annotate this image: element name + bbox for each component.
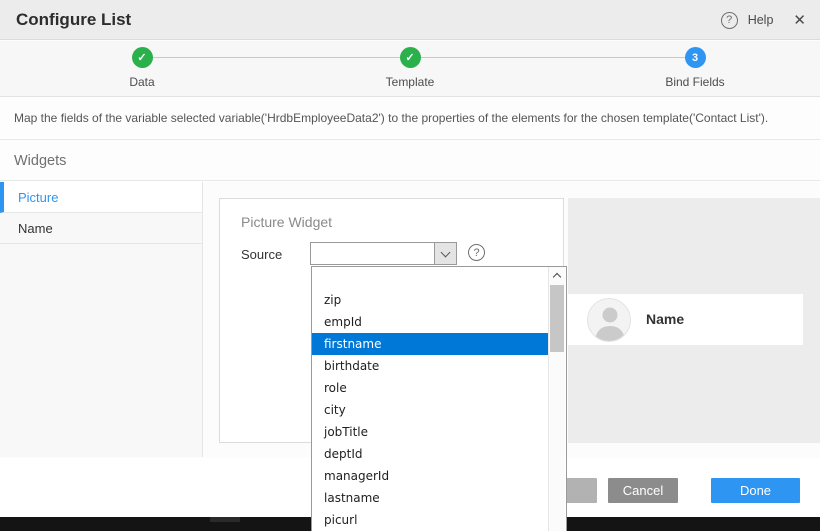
combobox-dropdown-button[interactable] bbox=[434, 243, 456, 264]
dialog-title: Configure List bbox=[16, 10, 131, 30]
source-help-icon[interactable]: ? bbox=[468, 244, 485, 261]
dropdown-item[interactable]: jobTitle bbox=[312, 421, 549, 443]
contact-list-preview-row: Name bbox=[568, 294, 803, 345]
widgets-sidebar: Picture Name bbox=[0, 182, 203, 457]
scrollbar-up-button[interactable] bbox=[549, 267, 565, 284]
dropdown-item[interactable]: firstname bbox=[312, 333, 549, 355]
dropdown-item[interactable]: deptId bbox=[312, 443, 549, 465]
source-combobox[interactable] bbox=[310, 242, 457, 265]
dropdown-scrollbar[interactable] bbox=[548, 267, 565, 531]
wizard-stepper: ✓ Data ✓ Template 3 Bind Fields bbox=[0, 41, 820, 97]
step-bind-fields[interactable]: 3 Bind Fields bbox=[635, 47, 755, 89]
step-done-icon: ✓ bbox=[132, 47, 153, 68]
help-icon[interactable]: ? bbox=[721, 12, 738, 29]
dropdown-item[interactable]: birthdate bbox=[312, 355, 549, 377]
close-icon[interactable]: ✕ bbox=[793, 11, 806, 29]
step-label: Data bbox=[82, 75, 202, 89]
dropdown-items: zipempIdfirstnamebirthdaterolecityjobTit… bbox=[312, 267, 549, 531]
step-number-icon: 3 bbox=[685, 47, 706, 68]
dropdown-item[interactable]: city bbox=[312, 399, 549, 421]
source-label: Source bbox=[241, 247, 282, 262]
description-text: Map the fields of the variable selected … bbox=[14, 111, 768, 125]
chevron-up-icon bbox=[553, 273, 561, 281]
template-preview-pane: Name bbox=[568, 198, 820, 443]
widgets-heading: Widgets bbox=[14, 153, 66, 169]
picture-widget-title: Picture Widget bbox=[241, 214, 332, 230]
dialog-header: Configure List ? Help ✕ bbox=[0, 0, 820, 40]
dropdown-item[interactable]: lastname bbox=[312, 487, 549, 509]
avatar bbox=[587, 298, 631, 342]
background-window-notch bbox=[210, 517, 240, 522]
done-button[interactable]: Done bbox=[711, 478, 800, 503]
step-label: Bind Fields bbox=[635, 75, 755, 89]
cancel-button[interactable]: Cancel bbox=[608, 478, 678, 503]
step-label: Template bbox=[350, 75, 470, 89]
help-link[interactable]: Help bbox=[748, 13, 774, 27]
dropdown-item[interactable]: picurl bbox=[312, 509, 549, 531]
configure-list-dialog: Configure List ? Help ✕ ✓ Data ✓ Templat… bbox=[0, 0, 820, 531]
sidebar-item-name[interactable]: Name bbox=[0, 213, 202, 244]
chevron-down-icon bbox=[441, 247, 451, 257]
dropdown-list: zipempIdfirstnamebirthdaterolecityjobTit… bbox=[311, 266, 567, 531]
step-template[interactable]: ✓ Template bbox=[350, 47, 470, 89]
source-combobox-value[interactable] bbox=[311, 243, 434, 264]
scrollbar-thumb[interactable] bbox=[550, 285, 564, 352]
dropdown-item[interactable]: zip bbox=[312, 289, 549, 311]
preview-name-label: Name bbox=[646, 311, 684, 327]
step-data[interactable]: ✓ Data bbox=[82, 47, 202, 89]
sidebar-item-picture[interactable]: Picture bbox=[0, 182, 202, 213]
step-done-icon: ✓ bbox=[400, 47, 421, 68]
widgets-heading-bar: Widgets bbox=[0, 141, 820, 181]
person-icon bbox=[588, 299, 631, 342]
dropdown-item[interactable] bbox=[312, 267, 549, 289]
dropdown-item[interactable]: empId bbox=[312, 311, 549, 333]
dropdown-item[interactable]: managerId bbox=[312, 465, 549, 487]
description-bar: Map the fields of the variable selected … bbox=[0, 98, 820, 140]
dropdown-item[interactable]: role bbox=[312, 377, 549, 399]
